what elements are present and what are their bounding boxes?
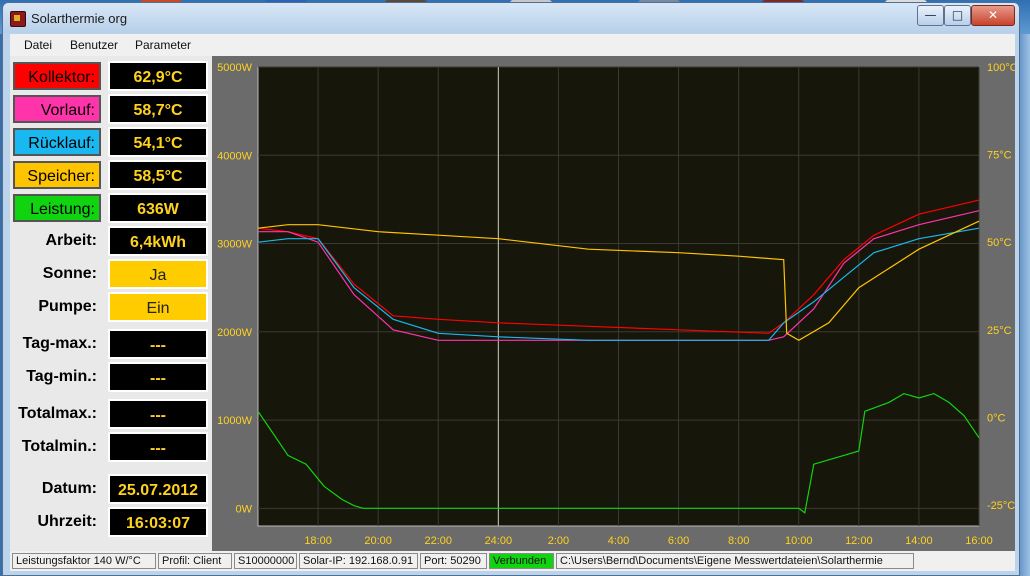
menu-datei[interactable]: Datei [24, 38, 52, 52]
reading-value: --- [108, 432, 208, 462]
close-button[interactable]: ✕ [971, 5, 1015, 26]
reading-value: 6,4kWh [108, 226, 208, 256]
x-tick-label: 12:00 [845, 535, 873, 547]
app-icon[interactable] [10, 11, 26, 27]
menu-parameter[interactable]: Parameter [135, 38, 191, 52]
status-leistungsfaktor: Leistungsfaktor 140 W/°C [12, 553, 156, 569]
reading-value: 25.07.2012 [108, 474, 208, 504]
reading-label: Tag-max.: [22, 335, 97, 352]
y-right-tick-label: 25°C [987, 325, 1012, 337]
x-tick-label: 14:00 [905, 535, 933, 547]
reading-label: Totalmin.: [21, 438, 97, 455]
reading-label: Vorlauf: [13, 95, 101, 123]
status-solar-ip: Solar-IP: 192.168.0.91 [299, 553, 418, 569]
reading-label: Kollektor: [13, 62, 101, 90]
reading-label: Rücklauf: [13, 128, 101, 156]
x-tick-label: 4:00 [608, 535, 629, 547]
reading-label: Sonne: [42, 265, 97, 282]
reading-value: Ein [108, 292, 208, 322]
y-left-tick-label: 1000W [217, 415, 252, 427]
reading-value: 58,5°C [108, 160, 208, 190]
window-title: Solarthermie org [31, 11, 128, 26]
x-tick-label: 18:00 [304, 535, 332, 547]
title-bar[interactable]: Solarthermie org — □ ✕ [3, 3, 1019, 33]
x-tick-label: 24:00 [485, 535, 513, 547]
y-right-tick-label: 50°C [987, 237, 1012, 249]
reading-value: 16:03:07 [108, 507, 208, 537]
reading-label: Totalmax.: [18, 405, 97, 422]
client-area: Datei Benutzer Parameter Kollektor: 62,9°… [10, 34, 1018, 571]
app-window: Solarthermie org — □ ✕ Datei Benutzer Pa… [2, 2, 1020, 576]
y-left-tick-label: 3000W [217, 239, 252, 251]
y-right-tick-label: 75°C [987, 150, 1012, 162]
status-port: Port: 50290 [420, 553, 487, 569]
status-bar: Leistungsfaktor 140 W/°C Profil: Client … [10, 551, 1015, 571]
reading-value: 62,9°C [108, 61, 208, 91]
reading-value: --- [108, 399, 208, 429]
x-tick-label: 2:00 [548, 535, 569, 547]
reading-label: Arbeit: [45, 232, 97, 249]
menu-bar: Datei Benutzer Parameter [10, 34, 1015, 56]
status-serial: S10000000 [234, 553, 297, 569]
y-right-tick-label: -25°C [987, 500, 1015, 512]
x-tick-label: 8:00 [728, 535, 749, 547]
reading-value: --- [108, 362, 208, 392]
y-right-tick-label: 0°C [987, 412, 1006, 424]
minimize-button[interactable]: — [917, 5, 944, 26]
status-profil: Profil: Client [158, 553, 232, 569]
status-path: C:\Users\Bernd\Documents\Eigene Messwert… [556, 553, 914, 569]
y-right-tick-label: 100°C [987, 62, 1015, 74]
maximize-button[interactable]: □ [944, 5, 971, 26]
reading-value: 54,1°C [108, 127, 208, 157]
reading-value: 58,7°C [108, 94, 208, 124]
reading-value: --- [108, 329, 208, 359]
y-left-tick-label: 2000W [217, 327, 252, 339]
reading-label: Datum: [41, 480, 97, 497]
y-left-tick-label: 5000W [217, 62, 252, 74]
reading-label: Tag-min.: [26, 368, 97, 385]
reading-label: Leistung: [13, 194, 101, 222]
reading-value: Ja [108, 259, 208, 289]
x-tick-label: 20:00 [364, 535, 392, 547]
chart-frame: 18:00 20:00 22:00 24:00 2:00 4:00 6:00 8:00 10:0… [212, 56, 1018, 551]
reading-label: Pumpe: [38, 298, 97, 315]
status-connected: Verbunden [489, 553, 554, 569]
y-left-tick-label: 4000W [217, 150, 252, 162]
y-left-tick-label: 0W [236, 503, 253, 515]
temperature-power-chart[interactable]: 18:00 20:00 22:00 24:00 2:00 4:00 6:00 8:00 10:0… [212, 56, 1018, 551]
x-tick-label: 22:00 [424, 535, 452, 547]
x-tick-label: 10:00 [785, 535, 813, 547]
menu-benutzer[interactable]: Benutzer [70, 38, 118, 52]
reading-label: Uhrzeit: [37, 513, 97, 530]
reading-value: 636W [108, 193, 208, 223]
x-tick-label: 16:00 [965, 535, 993, 547]
x-tick-label: 6:00 [668, 535, 689, 547]
reading-label: Speicher: [13, 161, 101, 189]
